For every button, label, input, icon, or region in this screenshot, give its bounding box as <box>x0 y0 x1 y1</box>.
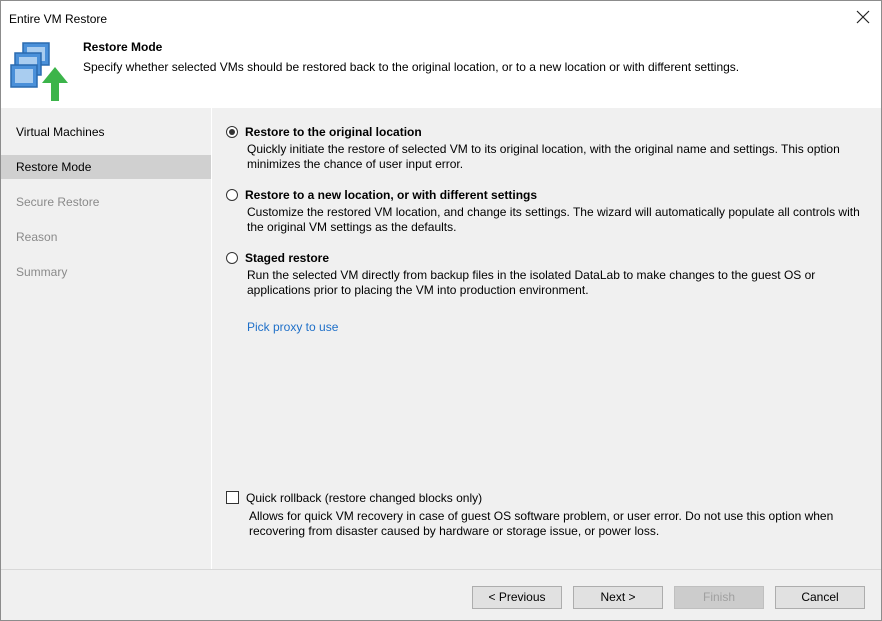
vm-restore-icon <box>10 42 68 101</box>
close-icon[interactable] <box>855 9 871 25</box>
radio-original-location[interactable] <box>226 126 238 138</box>
wizard-footer: < Previous Next > Finish Cancel <box>1 569 881 620</box>
radio-new-location[interactable] <box>226 189 238 201</box>
previous-button[interactable]: < Previous <box>472 586 562 609</box>
title-bar: Entire VM Restore <box>1 1 881 35</box>
option-label[interactable]: Restore to a new location, or with diffe… <box>245 188 537 202</box>
wizard-header: Restore Mode Specify whether selected VM… <box>1 35 881 107</box>
option-label[interactable]: Restore to the original location <box>245 125 422 139</box>
pick-proxy-link[interactable]: Pick proxy to use <box>247 320 338 334</box>
step-restore-mode[interactable]: Restore Mode <box>1 155 211 179</box>
window-title: Entire VM Restore <box>9 12 108 26</box>
quick-rollback-label[interactable]: Quick rollback (restore changed blocks o… <box>246 491 482 505</box>
option-description: Customize the restored VM location, and … <box>247 205 860 234</box>
radio-staged-restore[interactable] <box>226 252 238 264</box>
wizard-steps-sidebar: Virtual Machines Restore Mode Secure Res… <box>1 108 211 569</box>
quick-rollback-description: Allows for quick VM recovery in case of … <box>249 509 834 538</box>
restore-wizard-window: Entire VM Restore Restore Mode Specify w… <box>0 0 882 621</box>
quick-rollback-checkbox[interactable] <box>226 491 239 504</box>
cancel-button[interactable]: Cancel <box>775 586 865 609</box>
option-description: Run the selected VM directly from backup… <box>247 268 816 297</box>
option-description: Quickly initiate the restore of selected… <box>247 142 840 171</box>
page-title: Restore Mode <box>83 40 163 54</box>
step-reason: Reason <box>16 230 58 244</box>
step-virtual-machines[interactable]: Virtual Machines <box>1 120 211 144</box>
step-secure-restore: Secure Restore <box>16 195 100 209</box>
page-subtitle: Specify whether selected VMs should be r… <box>83 60 740 74</box>
main-content: Restore to the original location Quickly… <box>212 108 881 569</box>
step-summary: Summary <box>16 265 68 279</box>
radio-selected-dot <box>229 129 235 135</box>
finish-button: Finish <box>674 586 764 609</box>
next-button[interactable]: Next > <box>573 586 663 609</box>
option-label[interactable]: Staged restore <box>245 251 329 265</box>
